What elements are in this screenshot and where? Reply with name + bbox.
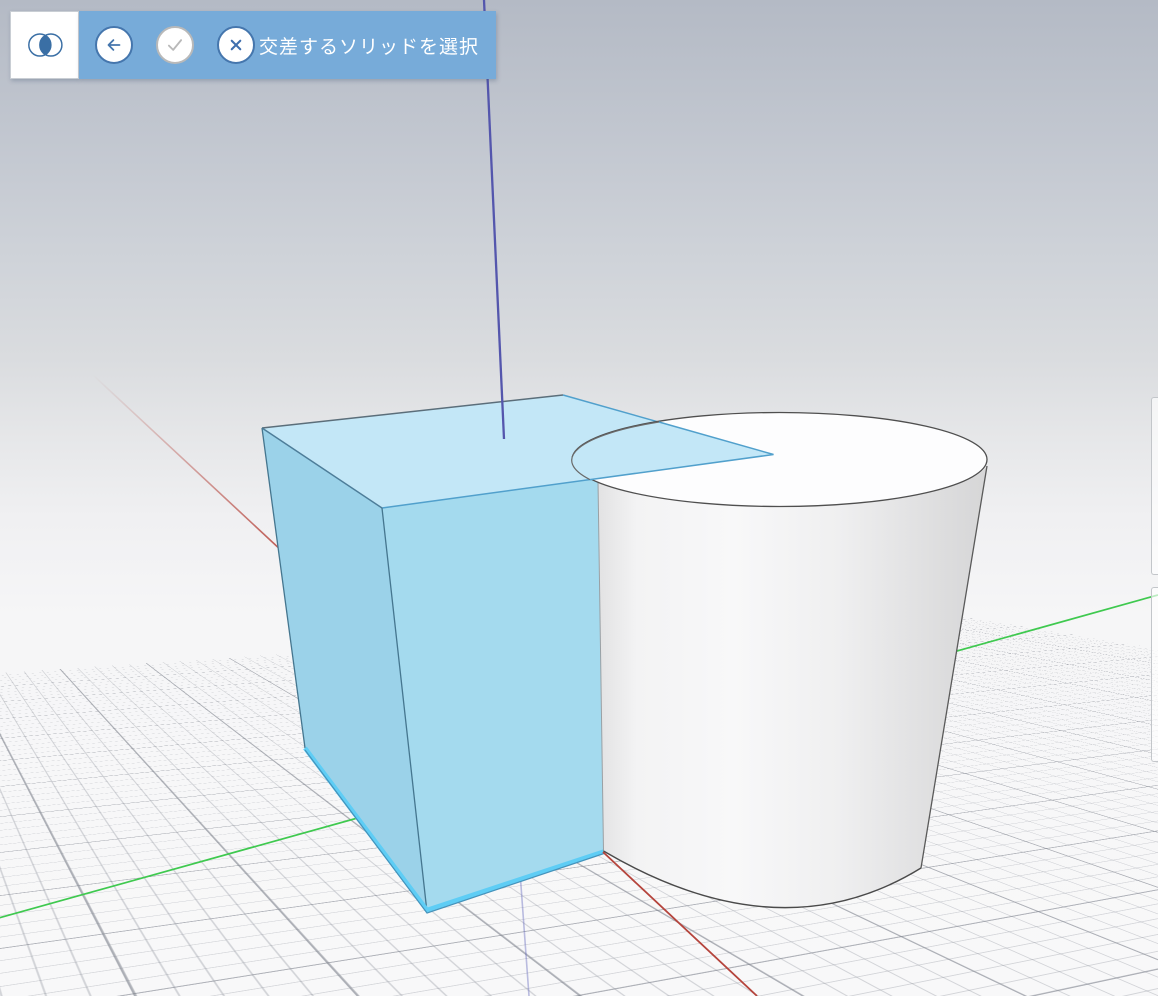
solid-cylinder[interactable]	[572, 413, 987, 908]
tool-prompt-label: 交差するソリッドを選択	[259, 32, 496, 59]
confirm-button[interactable]	[156, 26, 194, 64]
boolean-intersect-icon	[19, 20, 71, 70]
check-icon	[164, 34, 186, 56]
cylinder-body[interactable]	[598, 466, 987, 908]
close-icon	[225, 34, 247, 56]
active-tool-indicator[interactable]	[10, 11, 79, 79]
boolean-tool-toolbar: 交差するソリッドを選択	[10, 11, 496, 79]
cancel-button[interactable]	[217, 26, 255, 64]
tool-prompt-panel: 交差するソリッドを選択	[79, 11, 496, 79]
arrow-left-icon	[103, 34, 125, 56]
right-edge-scrollbar-top[interactable]	[1151, 397, 1158, 575]
right-edge-scrollbar-bottom[interactable]	[1151, 587, 1158, 762]
back-button[interactable]	[95, 26, 133, 64]
viewport-3d[interactable]	[0, 0, 1158, 996]
